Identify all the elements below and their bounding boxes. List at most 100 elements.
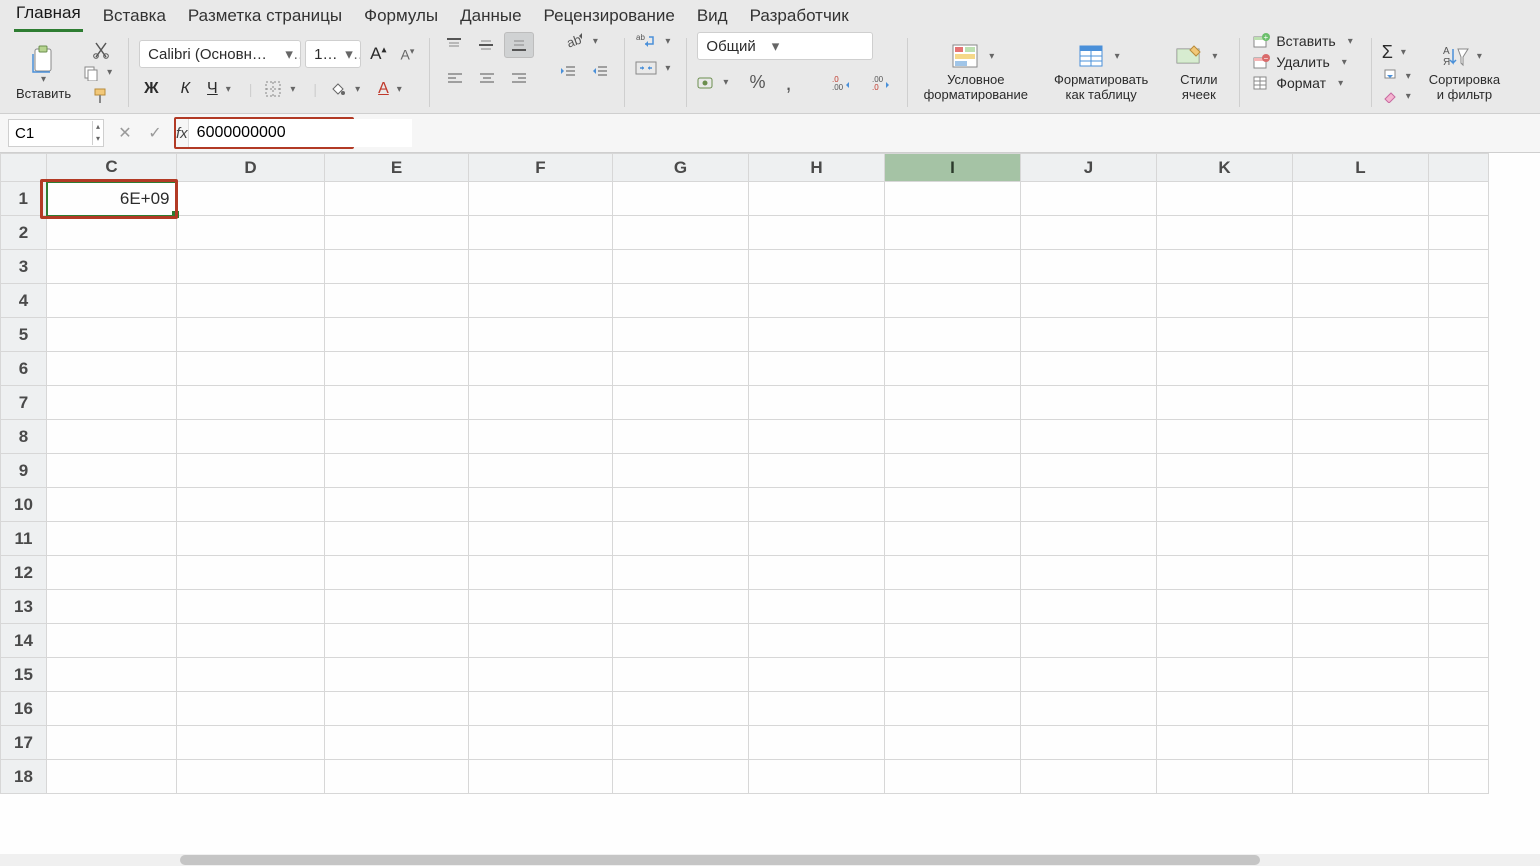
cell-F4[interactable] xyxy=(469,284,613,318)
fx-button[interactable]: fx xyxy=(176,119,189,147)
cell-J9[interactable] xyxy=(1021,454,1157,488)
decrease-indent-button[interactable] xyxy=(554,60,582,82)
cell-L1[interactable] xyxy=(1293,182,1429,216)
cell-H15[interactable] xyxy=(749,658,885,692)
cell-D3[interactable] xyxy=(177,250,325,284)
cell-K3[interactable] xyxy=(1157,250,1293,284)
cell-K16[interactable] xyxy=(1157,692,1293,726)
row-header-11[interactable]: 11 xyxy=(1,522,47,556)
conditional-format-button[interactable]: ▾ Условное форматирование xyxy=(918,41,1034,105)
cut-icon[interactable] xyxy=(92,41,110,59)
percent-button[interactable]: % xyxy=(744,68,770,97)
cell-E11[interactable] xyxy=(325,522,469,556)
cell-J18[interactable] xyxy=(1021,760,1157,794)
fill-color-button[interactable]: ▾ xyxy=(329,80,366,98)
cell-E5[interactable] xyxy=(325,318,469,352)
cell-C9[interactable] xyxy=(47,454,177,488)
cell-I9[interactable] xyxy=(885,454,1021,488)
cell-G18[interactable] xyxy=(613,760,749,794)
cell-F18[interactable] xyxy=(469,760,613,794)
cell-K5[interactable] xyxy=(1157,318,1293,352)
formula-input[interactable] xyxy=(189,119,412,147)
cell-J7[interactable] xyxy=(1021,386,1157,420)
cell-E12[interactable] xyxy=(325,556,469,590)
cell-E16[interactable] xyxy=(325,692,469,726)
cell-D12[interactable] xyxy=(177,556,325,590)
row-header-16[interactable]: 16 xyxy=(1,692,47,726)
cell-F2[interactable] xyxy=(469,216,613,250)
cell-K15[interactable] xyxy=(1157,658,1293,692)
cell-J13[interactable] xyxy=(1021,590,1157,624)
tab-Вставка[interactable]: Вставка xyxy=(101,4,168,32)
paste-button[interactable]: ▾ Вставить xyxy=(10,42,77,104)
delete-cells-button[interactable]: −Удалить▾ xyxy=(1250,53,1354,71)
cell-I1[interactable] xyxy=(885,182,1021,216)
cell-K4[interactable] xyxy=(1157,284,1293,318)
col-header-H[interactable]: H xyxy=(749,154,885,182)
cell-L12[interactable] xyxy=(1293,556,1429,590)
col-header-D[interactable]: D xyxy=(177,154,325,182)
cell-C16[interactable] xyxy=(47,692,177,726)
row-header-3[interactable]: 3 xyxy=(1,250,47,284)
cell-D16[interactable] xyxy=(177,692,325,726)
row-header-18[interactable]: 18 xyxy=(1,760,47,794)
cell-D6[interactable] xyxy=(177,352,325,386)
row-header-13[interactable]: 13 xyxy=(1,590,47,624)
row-header-4[interactable]: 4 xyxy=(1,284,47,318)
font-name-combo[interactable]: Calibri (Основной…▾ xyxy=(139,40,301,68)
bold-button[interactable]: Ж xyxy=(139,76,163,102)
cell-L17[interactable] xyxy=(1293,726,1429,760)
cell-H7[interactable] xyxy=(749,386,885,420)
cell-C12[interactable] xyxy=(47,556,177,590)
cell-F8[interactable] xyxy=(469,420,613,454)
copy-button[interactable]: ▾ xyxy=(83,65,118,81)
cell-K14[interactable] xyxy=(1157,624,1293,658)
cell-J16[interactable] xyxy=(1021,692,1157,726)
fill-button[interactable]: ▾ xyxy=(1382,68,1417,84)
cell-L14[interactable] xyxy=(1293,624,1429,658)
cell-C11[interactable] xyxy=(47,522,177,556)
cell-E4[interactable] xyxy=(325,284,469,318)
align-center-button[interactable] xyxy=(473,68,501,90)
col-header-G[interactable]: G xyxy=(613,154,749,182)
cell-J2[interactable] xyxy=(1021,216,1157,250)
spreadsheet-grid[interactable]: CDEFGHIJKL16E+09234567891011121314151617… xyxy=(0,153,1540,866)
cell-C15[interactable] xyxy=(47,658,177,692)
cell-extra-11[interactable] xyxy=(1429,522,1489,556)
cell-K6[interactable] xyxy=(1157,352,1293,386)
cell-I18[interactable] xyxy=(885,760,1021,794)
select-all-corner[interactable] xyxy=(1,154,47,182)
chevron-down-icon[interactable]: ▾ xyxy=(35,74,52,85)
cell-D5[interactable] xyxy=(177,318,325,352)
row-header-9[interactable]: 9 xyxy=(1,454,47,488)
cell-H18[interactable] xyxy=(749,760,885,794)
decrease-decimal-button[interactable]: .00.0 xyxy=(867,71,897,95)
cell-L3[interactable] xyxy=(1293,250,1429,284)
cell-G10[interactable] xyxy=(613,488,749,522)
format-as-table-button[interactable]: ▾ Форматировать как таблицу xyxy=(1048,41,1154,105)
cell-D1[interactable] xyxy=(177,182,325,216)
cell-I16[interactable] xyxy=(885,692,1021,726)
cell-C17[interactable] xyxy=(47,726,177,760)
cell-styles-button[interactable]: ▾ Стили ячеек xyxy=(1168,41,1229,105)
cell-C7[interactable] xyxy=(47,386,177,420)
cell-H3[interactable] xyxy=(749,250,885,284)
increase-decimal-button[interactable]: .0.00 xyxy=(827,71,857,95)
cell-G7[interactable] xyxy=(613,386,749,420)
cell-extra-16[interactable] xyxy=(1429,692,1489,726)
cell-extra-2[interactable] xyxy=(1429,216,1489,250)
wrap-text-button[interactable]: ab▾ xyxy=(635,32,676,50)
cell-F14[interactable] xyxy=(469,624,613,658)
cell-I15[interactable] xyxy=(885,658,1021,692)
align-left-button[interactable] xyxy=(441,68,469,90)
cell-K17[interactable] xyxy=(1157,726,1293,760)
cell-L6[interactable] xyxy=(1293,352,1429,386)
horizontal-scrollbar[interactable] xyxy=(0,854,1540,866)
cell-I7[interactable] xyxy=(885,386,1021,420)
cell-F6[interactable] xyxy=(469,352,613,386)
italic-button[interactable]: К xyxy=(176,76,195,102)
cell-extra-10[interactable] xyxy=(1429,488,1489,522)
row-header-17[interactable]: 17 xyxy=(1,726,47,760)
tab-Вид[interactable]: Вид xyxy=(695,4,730,32)
cell-J11[interactable] xyxy=(1021,522,1157,556)
